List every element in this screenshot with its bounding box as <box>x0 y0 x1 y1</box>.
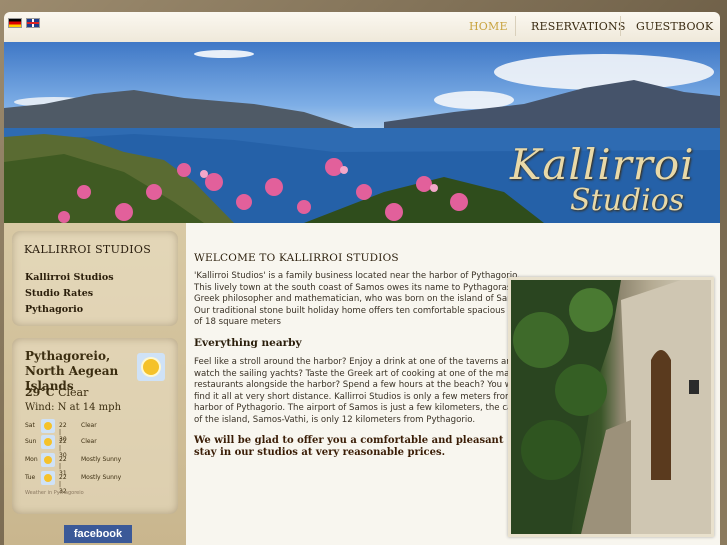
page-title: WELCOME TO KALLIRROI STUDIOS <box>194 252 399 264</box>
section-heading: Everything nearby <box>194 337 302 349</box>
text-line: 'Kallirroi Studios' is a family business… <box>194 271 520 281</box>
text-line: watch the sailing yachts? Taste the Gree… <box>194 368 520 379</box>
closing-statement: We will be glad to offer you a comfortab… <box>194 435 504 458</box>
nav-divider <box>515 16 516 36</box>
nav-guestbook[interactable]: GUESTBOOK <box>636 20 713 33</box>
text-line: of 18 square meters <box>194 317 282 327</box>
sidebar: KALLIRROI STUDIOS Kallirroi Studios Stud… <box>4 223 186 545</box>
sidebar-link-pythagorio[interactable]: Pythagorio <box>25 304 83 315</box>
weather-temp: 29°C <box>25 386 55 399</box>
sidebar-link-kallirroi-studios[interactable]: Kallirroi Studios <box>25 272 114 283</box>
text-line: Greek philosopher and mathematician, who… <box>194 294 528 304</box>
forecast-day: Tue <box>25 474 36 481</box>
forecast-condition: Clear <box>81 422 97 429</box>
forecast-condition: Mostly Sunny <box>81 474 122 481</box>
text-line: harbor of Pythagorio. The airport of Sam… <box>194 403 532 413</box>
german-flag-icon[interactable] <box>8 18 22 28</box>
sidebar-title: KALLIRROI STUDIOS <box>24 243 152 256</box>
intro-paragraph: 'Kallirroi Studios' is a family business… <box>194 271 539 329</box>
text-line: Feel like a stroll around the harbor? En… <box>194 357 518 367</box>
forecast-condition: Clear <box>81 438 97 445</box>
weather-credit-link[interactable]: Weather in Pythagoreio <box>25 490 84 496</box>
logo-kallirroi: Kallirroi <box>510 140 695 189</box>
nav-home[interactable]: HOME <box>469 20 508 33</box>
text-line: of the island, Samos-Vathi, is only 12 k… <box>194 414 476 425</box>
text-line: find it all at very short distance. Kall… <box>194 391 531 402</box>
logo-studios: Studios <box>570 183 685 218</box>
forecast-day: Sat <box>25 422 35 429</box>
sun-icon <box>41 435 55 449</box>
alley-illustration <box>511 280 711 534</box>
nav-divider <box>620 16 621 36</box>
studio-photo <box>508 277 714 537</box>
sidebar-link-studio-rates[interactable]: Studio Rates <box>25 288 93 299</box>
text-line: This lively town at the south coast of S… <box>194 282 531 293</box>
sun-icon <box>41 471 55 485</box>
text-line: restaurants alongside the harbor? Spend … <box>194 380 519 390</box>
weather-condition: Clear <box>58 386 89 399</box>
sun-icon <box>41 453 55 467</box>
language-switcher <box>8 18 40 28</box>
forecast-day: Sun <box>25 438 37 445</box>
sun-icon <box>137 353 165 381</box>
forecast-condition: Mostly Sunny <box>81 456 122 463</box>
uk-flag-icon[interactable] <box>26 18 40 28</box>
weather-current: 29°C Clear <box>25 386 88 399</box>
text-line: Our traditional stone built holiday home… <box>194 305 539 316</box>
forecast-day: Mon <box>25 456 38 463</box>
facebook-button[interactable]: facebook <box>64 525 132 543</box>
nav-reservations[interactable]: RESERVATIONS <box>531 20 626 33</box>
main-content: WELCOME TO KALLIRROI STUDIOS 'Kallirroi … <box>186 223 720 545</box>
weather-wind: Wind: N at 14 mph <box>25 402 122 413</box>
sun-icon <box>41 419 55 433</box>
body-paragraph: Feel like a stroll around the harbor? En… <box>194 357 531 426</box>
